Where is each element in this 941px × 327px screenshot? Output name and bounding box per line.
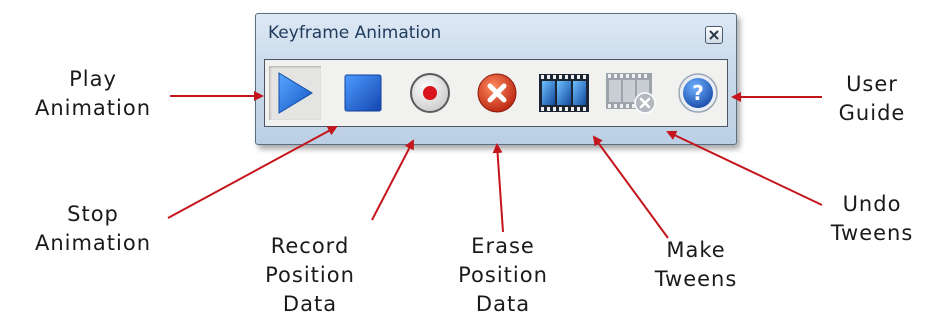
label-undo-tweens: Undo Tweens bbox=[830, 192, 914, 245]
label-user-guide: User Guide bbox=[838, 72, 906, 125]
label-erase-position-data: Erase Position Data bbox=[458, 234, 548, 316]
label-stop-animation: Stop Animation bbox=[34, 202, 152, 255]
label-record-position-data: Record Position Data bbox=[265, 234, 355, 316]
label-play-animation: Play Animation bbox=[34, 67, 152, 120]
arrow-record bbox=[371, 139, 414, 221]
arrow-erase bbox=[492, 143, 504, 233]
arrow-make-tweens bbox=[592, 135, 669, 239]
label-make-tweens: Make Tweens bbox=[654, 238, 738, 291]
arrow-stop bbox=[167, 126, 338, 219]
